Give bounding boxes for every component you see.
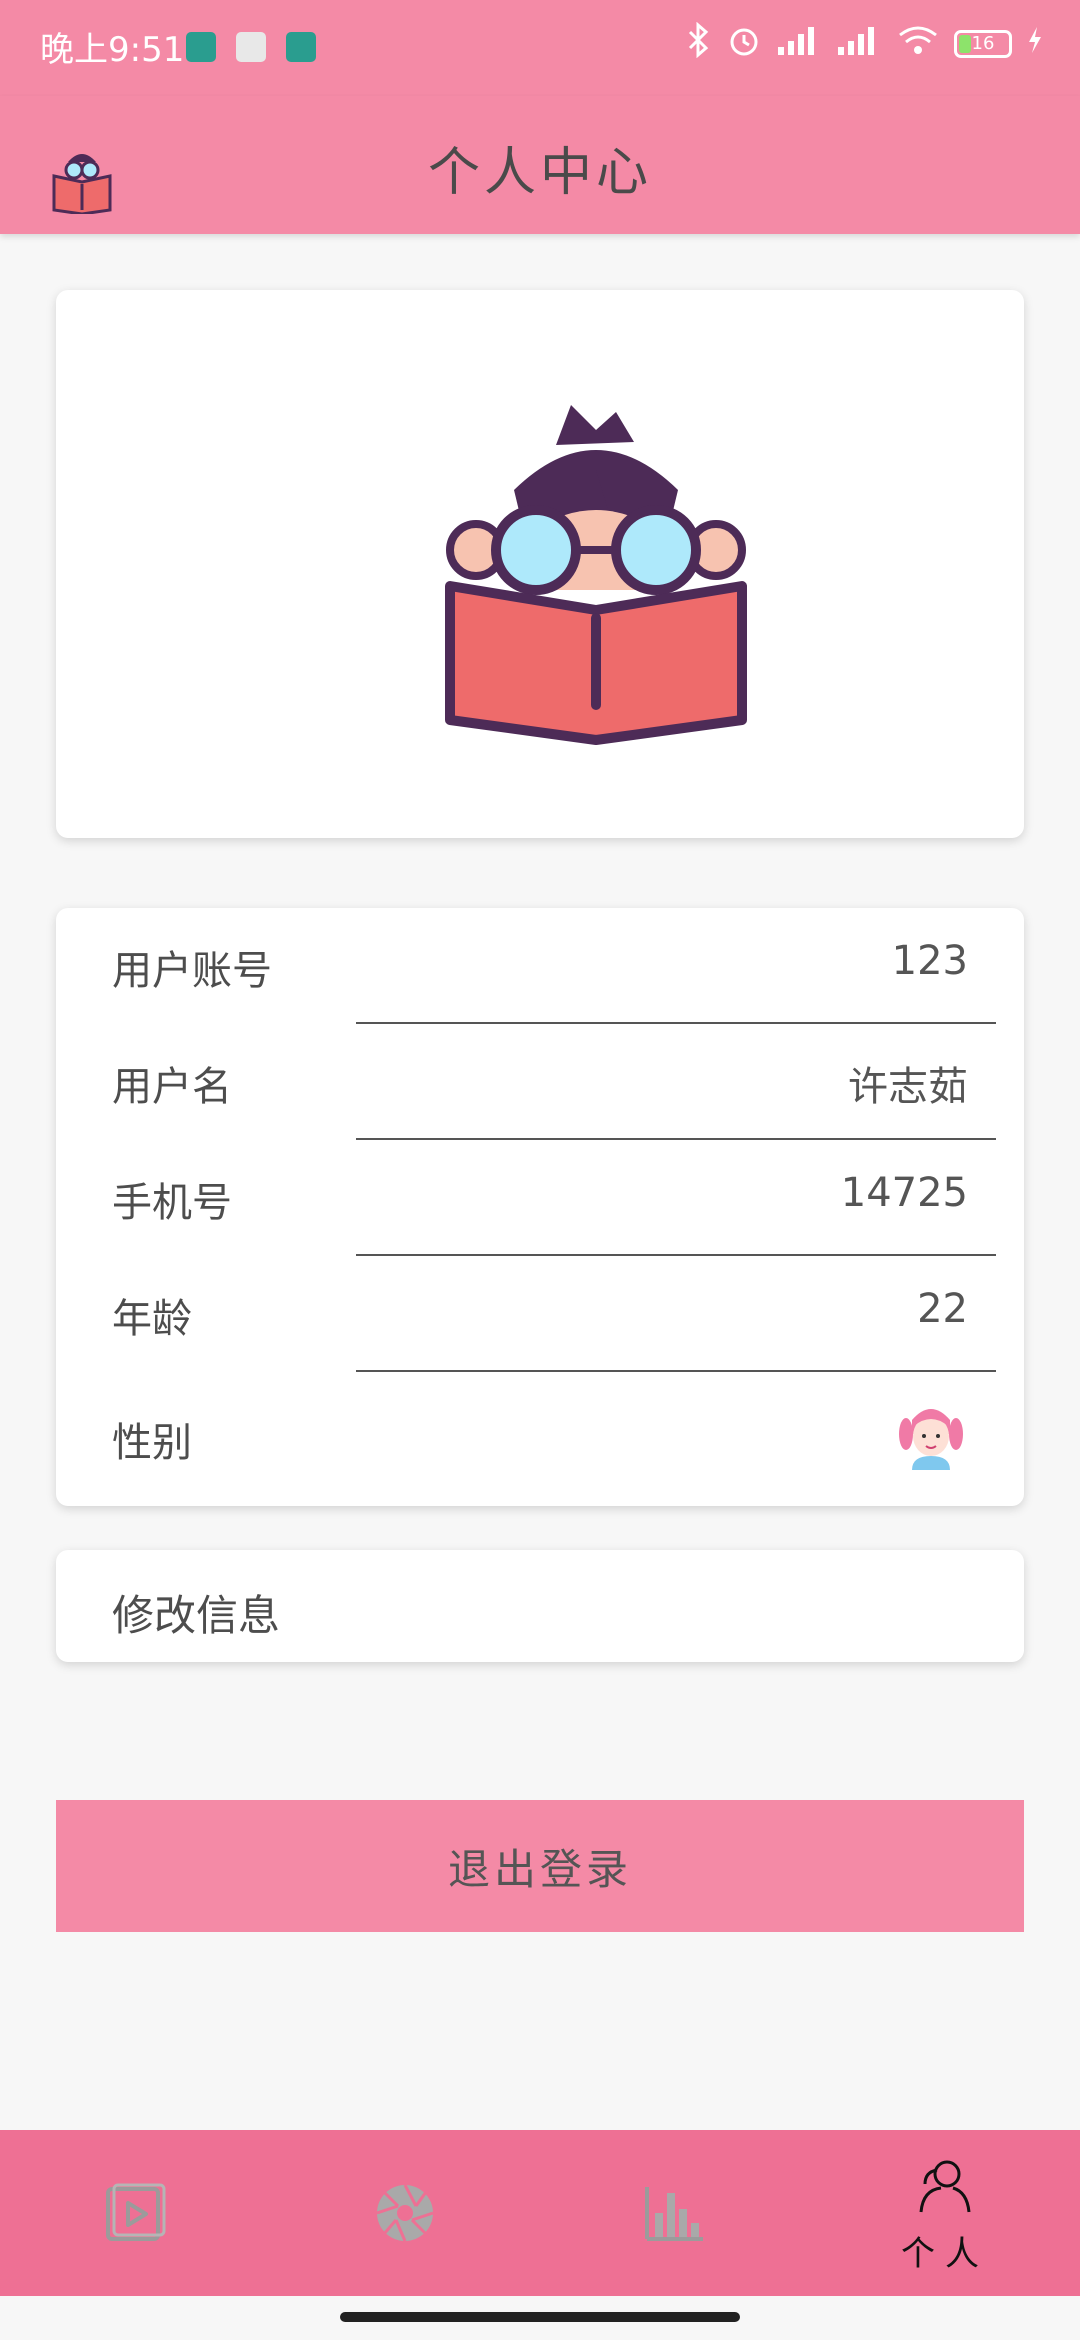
bluetooth-icon (686, 21, 712, 65)
page-title: 个人中心 (427, 143, 652, 203)
signal-icon (776, 23, 822, 64)
nav-stats-tab[interactable] (540, 2130, 810, 2296)
age-label: 年龄 (112, 1296, 192, 1342)
username-row: 用户名 许志茹 (56, 1024, 1024, 1140)
logout-button[interactable]: 退出登录 (56, 1800, 1024, 1932)
account-value: 123 (891, 938, 968, 984)
edit-info-button[interactable]: 修改信息 (56, 1550, 1024, 1662)
notification-icon (186, 32, 216, 62)
phone-value: 14725 (840, 1170, 968, 1216)
app-bar: 个人中心 (0, 96, 1080, 234)
gender-row: 性别 (56, 1380, 1024, 1496)
edit-info-label: 修改信息 (112, 1591, 281, 1640)
person-icon (913, 2158, 977, 2214)
reading-girl-avatar-icon[interactable] (436, 390, 756, 760)
girl-icon (898, 1400, 964, 1470)
user-info-card: 用户账号 123 用户名 许志茹 手机号 14725 年龄 22 性别 (56, 908, 1024, 1506)
battery-level: 16 (971, 33, 995, 54)
phone-row: 手机号 14725 (56, 1140, 1024, 1256)
nav-personal-label: 个人 (901, 2234, 989, 2274)
phone-label: 手机号 (112, 1180, 232, 1226)
status-icons: 16 (686, 21, 1044, 65)
video-play-icon (104, 2183, 166, 2243)
account-row: 用户账号 123 (56, 908, 1024, 1024)
divider (356, 1370, 996, 1372)
status-time: 晚上9:51 (40, 30, 185, 70)
home-indicator[interactable] (340, 2312, 740, 2322)
signal-icon (836, 23, 882, 64)
gender-label: 性别 (112, 1420, 192, 1466)
bottom-nav: 个人 (0, 2130, 1080, 2296)
wifi-icon (896, 23, 940, 64)
notification-icon (236, 32, 266, 62)
nav-camera-tab[interactable] (270, 2130, 540, 2296)
nav-personal-tab[interactable]: 个人 (810, 2130, 1080, 2296)
notification-icon (286, 32, 316, 62)
nav-video-tab[interactable] (0, 2130, 270, 2296)
charging-icon (1026, 25, 1044, 62)
age-row: 年龄 22 (56, 1256, 1024, 1372)
battery-icon: 16 (954, 29, 1012, 58)
bar-chart-icon (643, 2183, 707, 2243)
status-bar: 晚上9:51 16 (0, 0, 1080, 96)
camera-aperture-icon (374, 2182, 436, 2244)
account-label: 用户账号 (112, 948, 272, 994)
age-value: 22 (917, 1286, 968, 1332)
username-value: 许志茹 (848, 1064, 968, 1110)
alarm-icon (726, 22, 762, 65)
username-label: 用户名 (112, 1064, 232, 1110)
avatar-card (56, 290, 1024, 838)
